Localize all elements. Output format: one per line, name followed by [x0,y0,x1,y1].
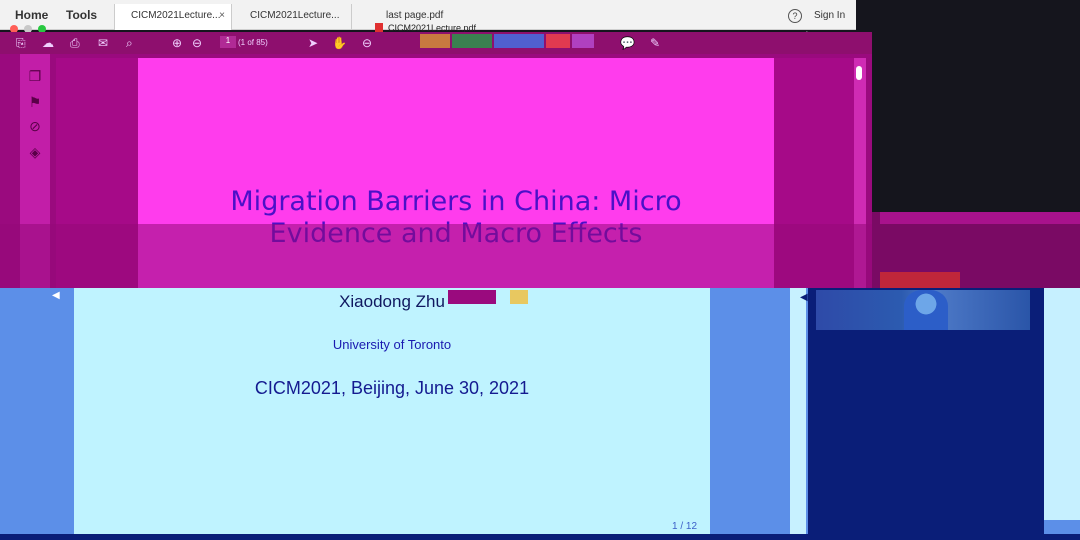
vertical-scrollbar-lower[interactable] [790,288,806,536]
glitch-artifact [546,34,570,48]
glitch-artifact [420,34,450,48]
save-icon[interactable]: ⎘ [16,36,26,51]
close-tab-icon[interactable]: × [219,10,225,21]
sign-in-button[interactable]: Sign In [814,10,845,21]
hand-tool-icon[interactable]: ✋ [332,36,347,50]
tab-label: CICM2021Lecture... [131,10,221,21]
screen: Home Tools CICM2021Lecture... × CICM2021… [0,0,1080,540]
slide-page-number: 1 / 12 [672,521,698,532]
tab-cicm-lecture-1[interactable]: CICM2021Lecture... × [114,4,232,30]
page-count: (1 of 85) [238,38,268,47]
slide-author: Xiaodong Zhu [339,292,445,311]
glitch-artifact [880,272,960,288]
home-menu[interactable]: Home [15,8,48,22]
tab-label: last page.pdf [386,10,444,21]
glitch-artifact [510,290,528,304]
select-tool-icon[interactable]: ➤ [308,36,318,50]
glitch-artifact [572,34,594,48]
scrollbar-thumb[interactable] [856,66,862,80]
comment-icon[interactable]: 💬 [620,36,635,50]
glitch-artifact [494,34,544,48]
email-icon[interactable]: ✉ [98,36,108,50]
slide-conference: CICM2021, Beijing, June 30, 2021 [254,378,530,398]
search-icon[interactable]: ⌕ [126,36,133,51]
glitch-artifact [880,212,1080,224]
zoom-out-icon[interactable]: ⊖ [362,36,372,50]
next-page-icon[interactable]: ⊖ [192,36,202,50]
right-edge-panel [1044,288,1080,520]
slide-title-line-1: Migration Barriers in China: Micro [230,186,682,217]
page-number-input[interactable]: 1 [220,36,236,48]
page-thumbnails-icon[interactable]: ❐ [27,68,43,84]
bookmark-icon[interactable]: ⚑ [27,94,43,110]
slide-affiliation: University of Toronto [332,337,452,352]
layers-icon[interactable]: ◈ [27,144,43,160]
tools-menu[interactable]: Tools [66,8,97,22]
bottom-strip [0,534,1080,540]
pdf-page-lower [74,288,710,536]
attachment-icon[interactable]: ⊘ [27,118,43,134]
upload-icon[interactable]: ☁ [42,36,54,50]
tab-label: CICM2021Lecture... [250,10,340,21]
webcam-video [816,290,1030,330]
glitch-artifact [452,34,492,48]
glitch-artifact [448,290,496,304]
highlight-pen-icon[interactable]: ✎ [650,36,660,50]
chevron-left-icon[interactable]: ◀ [800,292,808,303]
chevron-left-icon[interactable]: ◀ [52,290,60,301]
print-icon[interactable]: ⎙ [70,36,80,51]
help-icon[interactable]: ? [788,9,802,23]
prev-page-icon[interactable]: ⊕ [172,36,182,50]
presenter-avatar [904,290,948,330]
tab-cicm-lecture-2[interactable]: CICM2021Lecture... [234,4,352,30]
page-margin-right-lower [710,288,790,536]
